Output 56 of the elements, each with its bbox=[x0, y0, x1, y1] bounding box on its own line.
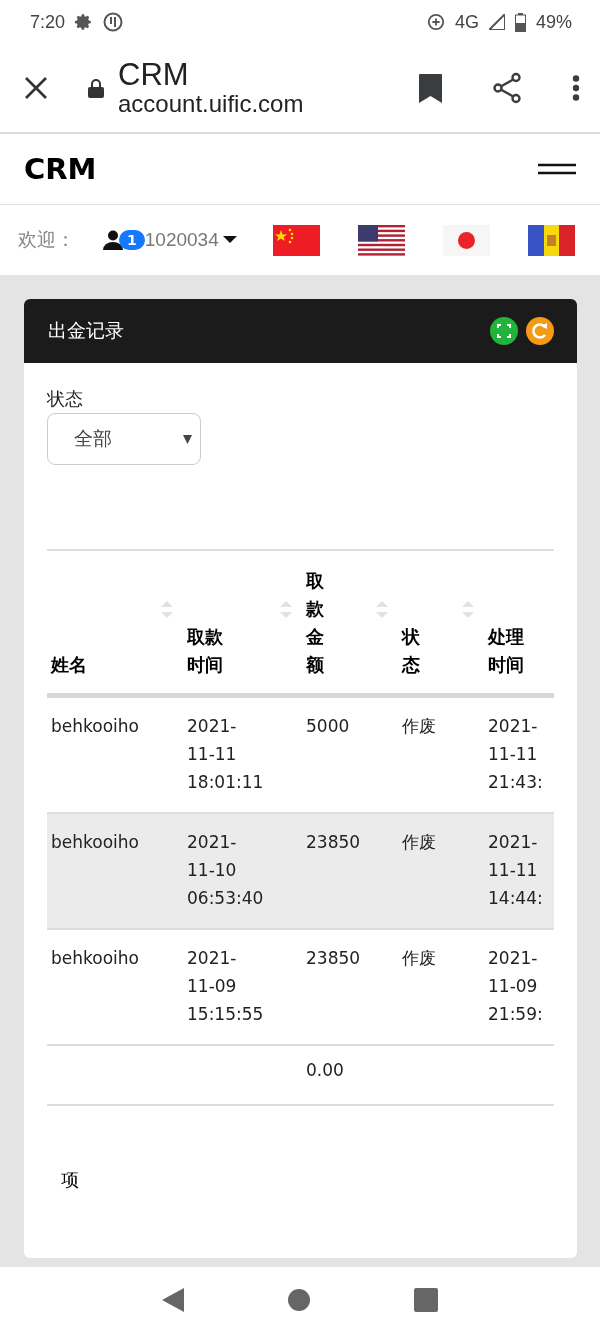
card-title: 出金记录 bbox=[48, 318, 125, 343]
battery-icon bbox=[514, 12, 526, 32]
filter-label: 状态 bbox=[47, 387, 84, 411]
table-cell-text: 2021- 11-09 15:15:55 bbox=[186, 947, 265, 1026]
column-header[interactable]: 取款时间 bbox=[183, 551, 302, 693]
page-url: account.uific.com bbox=[118, 91, 305, 117]
clock-time: 7:20 bbox=[30, 11, 66, 33]
china-flag-icon[interactable] bbox=[272, 224, 320, 256]
column-header[interactable]: 取款金额 bbox=[302, 551, 398, 693]
notification-badge: 1 bbox=[119, 230, 145, 250]
bookmark-icon[interactable] bbox=[419, 73, 442, 103]
table-cell-text: 2021- 11-11 14:44: bbox=[487, 831, 544, 910]
brand-logo[interactable]: CRM bbox=[24, 152, 97, 186]
data-saver-icon bbox=[103, 12, 124, 32]
caret-icon bbox=[183, 434, 192, 444]
total-cell-text: 0.00 bbox=[305, 1059, 345, 1082]
fullscreen-icon[interactable] bbox=[490, 317, 518, 345]
column-header[interactable]: 姓名 bbox=[47, 551, 183, 693]
refresh-icon[interactable] bbox=[526, 317, 554, 345]
table-cell-text: 23850 bbox=[305, 947, 362, 970]
more-icon[interactable] bbox=[572, 75, 580, 101]
user-menu[interactable]: 1020034 bbox=[144, 229, 219, 251]
table-info: 项 bbox=[61, 1168, 80, 1192]
home-icon[interactable] bbox=[288, 1289, 310, 1311]
status-select[interactable]: 全部 bbox=[47, 413, 201, 465]
table-cell-text: 作废 bbox=[401, 715, 437, 738]
table-cell-text: 2021- 11-11 18:01:11 bbox=[186, 715, 265, 794]
settings-icon bbox=[75, 13, 94, 31]
japan-flag-icon[interactable] bbox=[442, 224, 490, 256]
battery-percent: 49% bbox=[535, 11, 572, 33]
table-cell-text: 作废 bbox=[401, 947, 437, 970]
table-cell-text: 作废 bbox=[401, 831, 437, 854]
user-icon bbox=[103, 230, 123, 250]
table-cell-text: 2021- 11-11 21:43: bbox=[487, 715, 544, 794]
column-header[interactable]: 状态 bbox=[398, 551, 484, 693]
network-type: 4G bbox=[454, 11, 479, 33]
andorra-flag-icon[interactable] bbox=[527, 224, 575, 256]
page-title: CRM bbox=[118, 59, 190, 91]
table-cell-text: behkooiho bbox=[50, 831, 140, 854]
table-cell-text: behkooiho bbox=[50, 947, 140, 970]
menu-icon[interactable] bbox=[538, 163, 576, 175]
share-icon[interactable] bbox=[492, 72, 522, 104]
welcome-label: 欢迎： bbox=[18, 227, 75, 252]
location-icon bbox=[426, 13, 445, 31]
signal-icon bbox=[488, 14, 505, 30]
column-header[interactable]: 处理时间 bbox=[484, 551, 554, 693]
us-flag-icon[interactable] bbox=[357, 224, 405, 256]
table-cell-text: behkooiho bbox=[50, 715, 140, 738]
caret-icon[interactable] bbox=[222, 236, 237, 244]
table-cell-text: 2021- 11-09 21:59: bbox=[487, 947, 544, 1026]
table-cell-text: 23850 bbox=[305, 831, 362, 854]
table-cell-text: 2021- 11-10 06:53:40 bbox=[186, 831, 265, 910]
table-cell-text: 5000 bbox=[305, 715, 351, 738]
close-icon[interactable] bbox=[24, 76, 48, 100]
back-icon[interactable] bbox=[162, 1288, 184, 1312]
lock-icon bbox=[88, 78, 104, 98]
